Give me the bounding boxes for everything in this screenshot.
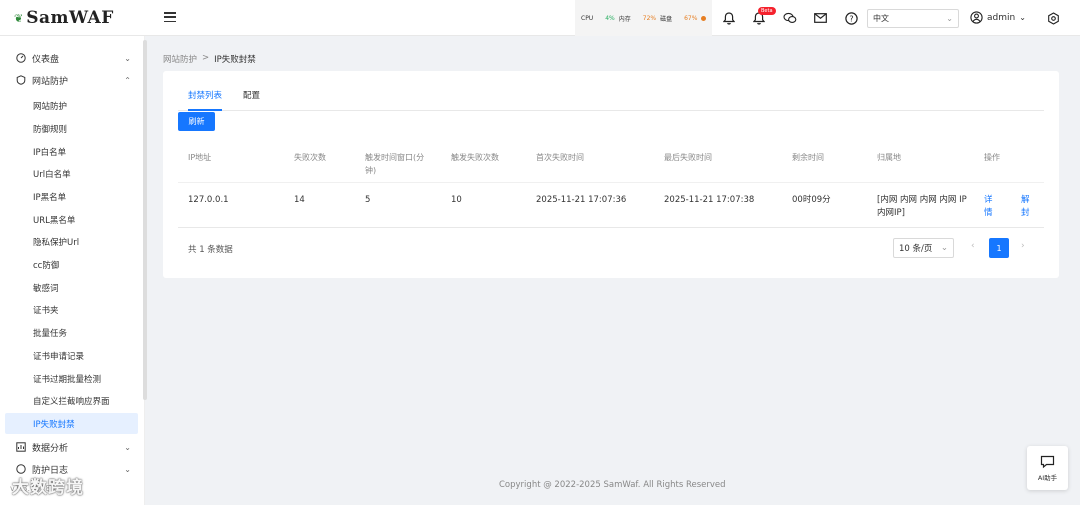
sidebar-item-dashboard[interactable]: 仪表盘 ⌄	[0, 47, 145, 69]
disk-value: 67%	[684, 14, 698, 22]
sidebar-item-label: 网站防护	[32, 76, 69, 87]
mem-value: 72%	[642, 14, 657, 22]
mail-icon[interactable]	[812, 10, 828, 26]
logo-text: SamWAF	[26, 8, 114, 28]
page-size-select[interactable]: 10 条/页 ⌄	[893, 238, 954, 258]
language-value: 中文	[873, 14, 889, 23]
copyright-footer: Copyright @ 2022-2025 SamWaf. All Rights…	[499, 480, 726, 490]
chevron-up-icon: ⌃	[124, 75, 131, 85]
breadcrumb: 网站防护 > IP失败封禁	[163, 53, 256, 65]
main-card: 封禁列表 配置 刷新 IP地址 失败次数 触发时间窗口(分钟) 触发失败次数 首…	[163, 71, 1059, 278]
sidebar-item-ip-fail-ban[interactable]: IP失败封禁	[5, 413, 138, 434]
cell-trigger-count: 10	[451, 195, 462, 205]
sidebar-scrollbar[interactable]	[143, 40, 147, 400]
column-header: 触发失败次数	[451, 153, 499, 162]
help-icon[interactable]: ?	[843, 10, 859, 26]
column-header: IP地址	[188, 153, 212, 162]
sidebar-item-rules[interactable]: 防御规则	[5, 118, 138, 139]
sidebar-item-privacy-url[interactable]: 隐私保护Url	[5, 231, 138, 252]
refresh-button[interactable]: 刷新	[178, 112, 215, 131]
breadcrumb-current: IP失败封禁	[214, 55, 256, 65]
settings-icon[interactable]	[1045, 10, 1061, 26]
column-header: 剩余时间	[792, 153, 824, 162]
breadcrumb-separator: >	[202, 53, 210, 63]
column-header: 触发时间窗口(分钟)	[365, 153, 425, 175]
chevron-down-icon: ⌄	[124, 464, 131, 474]
column-header: 首次失败时间	[536, 153, 584, 162]
bell-icon[interactable]	[721, 10, 737, 26]
sidebar-item-ip-whitelist[interactable]: IP白名单	[5, 141, 138, 162]
user-menu[interactable]: admin ⌄	[970, 11, 1026, 24]
next-page-icon[interactable]: ›	[1021, 241, 1025, 251]
column-header: 失败次数	[294, 153, 326, 162]
sidebar-item-certificates[interactable]: 证书夹	[5, 299, 138, 320]
svg-text:?: ?	[849, 14, 853, 23]
shield-icon	[16, 75, 26, 85]
app-logo[interactable]: ❦ SamWAF	[14, 8, 114, 28]
page-size-value: 10 条/页	[899, 244, 933, 254]
cell-window: 5	[365, 195, 371, 205]
sidebar-item-cert-expiry-check[interactable]: 证书过期批量检测	[5, 368, 138, 389]
cell-fail-count: 14	[294, 195, 305, 205]
chevron-down-icon: ⌄	[124, 442, 131, 452]
chevron-down-icon: ⌄	[124, 53, 131, 63]
wechat-icon[interactable]	[782, 10, 798, 26]
chevron-down-icon: ⌄	[940, 243, 948, 253]
cell-location: [内网 内网 内网 内网 IP 内网IP]	[877, 195, 967, 218]
sidebar-item-cert-apply-log[interactable]: 证书申请记录	[5, 345, 138, 366]
username: admin	[987, 12, 1016, 23]
table-row: 127.0.0.1 14 5 10 2025-11-21 17:07:36 20…	[178, 184, 1044, 228]
sidebar-item-label: 仪表盘	[32, 54, 60, 65]
cell-first-fail: 2025-11-21 17:07:36	[536, 195, 627, 205]
disk-label: 磁盘	[660, 15, 673, 23]
leaf-icon: ❦	[14, 11, 24, 25]
sidebar-item-sensitive-words[interactable]: 敏感词	[5, 277, 138, 298]
sidebar-item-cc-defense[interactable]: cc防御	[5, 254, 138, 275]
sidebar-item-ip-blacklist[interactable]: IP黑名单	[5, 186, 138, 207]
mem-label: 内存	[618, 15, 631, 23]
column-header: 归属地	[877, 153, 901, 162]
column-header: 操作	[984, 153, 1000, 162]
system-stats: CPU 4% 内存 72% 磁盘 67%	[575, 0, 713, 36]
language-select[interactable]: 中文 ⌄	[867, 9, 959, 28]
chart-icon	[16, 442, 26, 452]
notification-bell-icon[interactable]: Beta	[751, 7, 776, 26]
chevron-down-icon: ⌄	[946, 14, 953, 23]
sidebar-item-url-blacklist[interactable]: URL黑名单	[5, 209, 138, 230]
beta-badge: Beta	[758, 7, 776, 15]
ai-helper-button[interactable]: AI助手	[1027, 446, 1068, 490]
sidebar-item-url-whitelist[interactable]: Url白名单	[5, 163, 138, 184]
sidebar-item-batch-tasks[interactable]: 批量任务	[5, 322, 138, 343]
sidebar-item-label: 数据分析	[32, 443, 69, 454]
sidebar-item-custom-block-page[interactable]: 自定义拦截响应界面	[5, 390, 138, 411]
prev-page-icon[interactable]: ‹	[971, 241, 975, 251]
unban-link[interactable]: 解封	[1021, 194, 1033, 220]
dashboard-icon	[16, 53, 26, 63]
watermark: 大数跨境	[12, 478, 84, 498]
page-current[interactable]: 1	[989, 238, 1009, 258]
cpu-value: 4%	[605, 14, 615, 22]
cell-remaining: 00时09分	[792, 195, 831, 205]
chevron-down-icon: ⌄	[1019, 13, 1026, 22]
ai-helper-label: AI助手	[1037, 473, 1058, 482]
table-header: IP地址 失败次数 触发时间窗口(分钟) 触发失败次数 首次失败时间 最后失败时…	[178, 141, 1044, 183]
chat-icon	[1040, 455, 1055, 468]
breadcrumb-parent[interactable]: 网站防护	[163, 53, 197, 65]
tab-config[interactable]: 配置	[243, 89, 260, 109]
tab-ban-list[interactable]: 封禁列表	[188, 89, 223, 111]
sidebar-item-analytics[interactable]: 数据分析 ⌄	[0, 436, 145, 458]
sidebar-item-site-protect[interactable]: 网站防护	[5, 95, 138, 116]
status-dot	[701, 15, 707, 21]
tab-bar: 封禁列表 配置	[178, 85, 1044, 111]
total-count: 共 1 条数据	[188, 245, 233, 255]
detail-link[interactable]: 详情	[984, 194, 996, 220]
cell-last-fail: 2025-11-21 17:07:38	[664, 195, 755, 205]
user-icon	[970, 11, 983, 24]
cpu-label: CPU	[581, 14, 594, 22]
sidebar-item-site-protection[interactable]: 网站防护 ⌃	[0, 69, 145, 91]
cell-ip: 127.0.0.1	[188, 195, 229, 205]
top-header: ❦ SamWAF CPU 4% 内存 72% 磁盘 67% Beta ? 中文 …	[0, 0, 1080, 36]
column-header: 最后失败时间	[664, 153, 712, 162]
menu-toggle-button[interactable]	[164, 12, 176, 22]
